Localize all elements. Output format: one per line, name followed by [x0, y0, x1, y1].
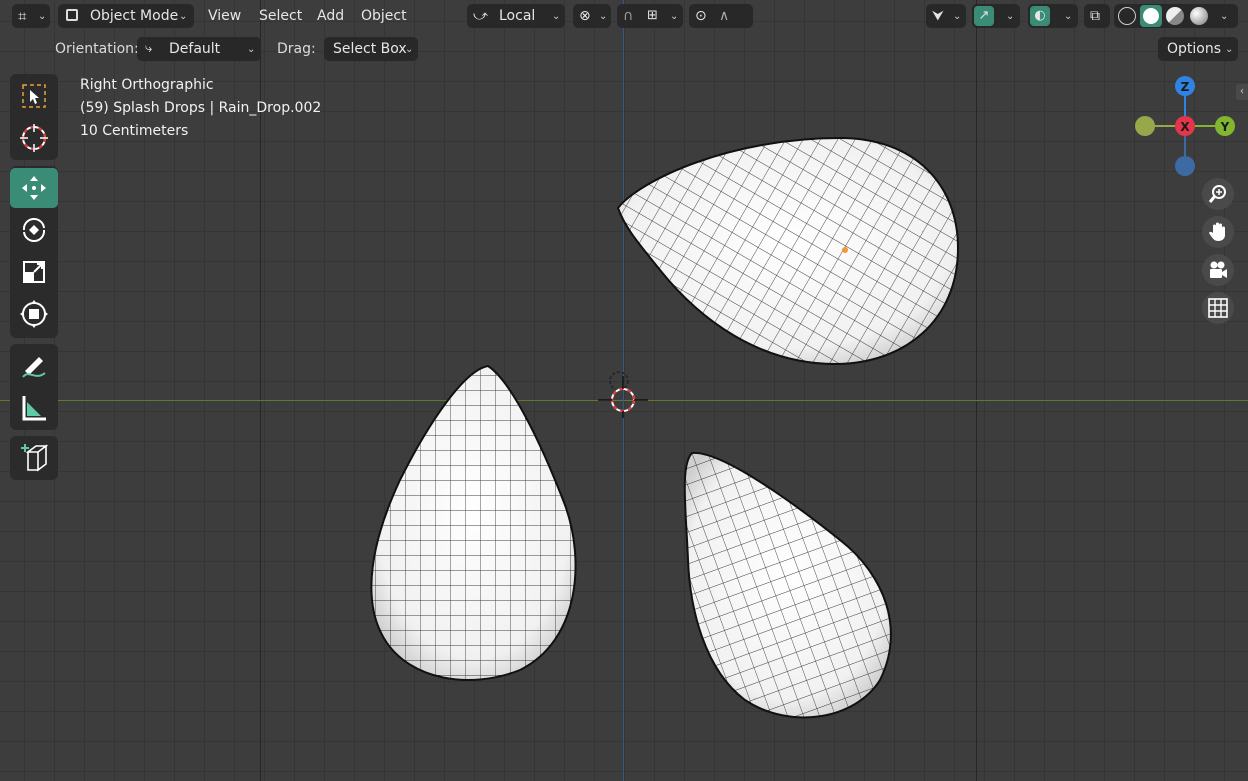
navigation-gizmo[interactable]: Z Y X — [1128, 72, 1244, 182]
rotate-icon — [22, 218, 46, 242]
rendered-shading-icon[interactable] — [1190, 7, 1208, 25]
magnet-icon[interactable]: ∩ — [623, 4, 633, 28]
view-object-types[interactable]: ⮟ ⌄ — [926, 4, 966, 28]
gizmo-toggle[interactable]: ↗ ⌄ — [972, 4, 1020, 28]
transform-space-select[interactable]: ⤻ Local ⌄ — [467, 4, 565, 28]
orientation-label: Orientation: — [55, 41, 139, 57]
toolbar-group-transform — [10, 166, 58, 338]
select-box-tool[interactable] — [10, 76, 58, 116]
proportional-edit-group[interactable]: ⊙ ∧ — [689, 4, 753, 28]
grid-scale: 10 Centimeters — [80, 123, 189, 139]
transform-tool[interactable] — [10, 294, 58, 334]
menu-add[interactable]: Add — [317, 4, 344, 28]
solid-shading-icon[interactable] — [1140, 5, 1162, 27]
x-axis-label: X — [1180, 120, 1190, 134]
scale-tool[interactable] — [10, 252, 58, 292]
snap-increment-icon: ⊞ — [647, 8, 658, 23]
transform-space-label: Local — [499, 8, 536, 24]
rotate-tool[interactable] — [10, 210, 58, 250]
toolbar-group-add — [10, 436, 58, 480]
snap-group[interactable]: ∩ ⊞ ⌄ — [617, 4, 683, 28]
cursor-icon — [20, 124, 48, 152]
mode-select[interactable]: Object Mode ⌄ — [58, 4, 194, 28]
rain-drop-right[interactable] — [683, 451, 892, 719]
overlays-icon: ◐ — [1030, 6, 1050, 26]
menu-object[interactable]: Object — [361, 4, 407, 28]
hand-icon — [1209, 222, 1225, 241]
object-mode-icon — [66, 9, 78, 21]
transform-icon — [20, 300, 48, 328]
cursor-tool[interactable] — [10, 118, 58, 158]
options-label: Options — [1167, 41, 1222, 57]
gizmo-icon: ↗ — [974, 6, 994, 26]
rain-drop-left[interactable] — [370, 364, 577, 681]
neg-z-axis-icon[interactable] — [1175, 156, 1195, 176]
orientation-value: Default — [169, 41, 221, 57]
neg-y-axis-icon[interactable] — [1135, 116, 1155, 136]
drag-label: Drag: — [277, 41, 316, 57]
wireframe-shading-icon[interactable] — [1118, 7, 1136, 25]
tool-settings-bar: Orientation: ⤷ Default ⌄ Drag: Select Bo… — [0, 34, 1248, 64]
shading-modes[interactable]: ⌄ — [1114, 4, 1238, 28]
zoom-icon — [1208, 185, 1226, 203]
material-preview-icon[interactable] — [1166, 7, 1184, 25]
orientation-select[interactable]: ⤷ Default ⌄ — [137, 37, 261, 61]
measure-icon — [22, 396, 46, 421]
z-axis-label: Z — [1181, 80, 1190, 94]
rain-drop-selected[interactable] — [616, 136, 960, 366]
zoom-button[interactable] — [1202, 178, 1234, 210]
pivot-icon: ⊗ — [579, 8, 591, 24]
grid-icon: ⌗ — [18, 7, 27, 25]
pivot-point-select[interactable]: ⊗ ⌄ — [573, 4, 611, 28]
perspective-toggle-button[interactable] — [1202, 292, 1234, 324]
camera-icon — [1210, 261, 1227, 278]
proportional-edit-icon[interactable]: ⊙ — [695, 4, 707, 28]
scale-icon — [23, 261, 45, 283]
xray-toggle[interactable]: ⧉ — [1084, 4, 1110, 28]
xray-icon: ⧉ — [1090, 8, 1100, 24]
view-name: Right Orthographic — [80, 77, 214, 93]
menu-view[interactable]: View — [208, 4, 241, 28]
mode-label: Object Mode — [90, 8, 179, 24]
visibility-icon: ⮟ — [932, 8, 944, 24]
drag-value: Select Box — [333, 41, 407, 57]
annotate-icon — [22, 357, 46, 378]
move-icon — [22, 176, 46, 200]
add-cube-tool[interactable] — [10, 438, 58, 478]
falloff-icon: ∧ — [719, 8, 730, 24]
toolbar-group-select — [10, 74, 58, 160]
object-info: (59) Splash Drops | Rain_Drop.002 — [80, 100, 322, 116]
toolbar-group-annotate — [10, 344, 58, 430]
annotate-tool[interactable] — [10, 346, 58, 386]
move-tool[interactable] — [10, 168, 58, 208]
add-cube-icon — [21, 444, 49, 472]
transform-orientation-icon: ⤻ — [473, 8, 488, 24]
orientation-icon: ⤷ — [145, 41, 153, 56]
y-axis-label: Y — [1220, 120, 1230, 134]
overlays-toggle[interactable]: ◐ ⌄ — [1028, 4, 1078, 28]
camera-view-button[interactable] — [1202, 254, 1234, 286]
viewport-header: ⌗ ⌄ Object Mode ⌄ View Select Add Object… — [0, 0, 1248, 32]
menu-select[interactable]: Select — [259, 4, 302, 28]
measure-tool[interactable] — [10, 388, 58, 428]
editor-type-button[interactable]: ⌗ ⌄ — [12, 4, 50, 28]
options-button[interactable]: Options ⌄ — [1158, 37, 1238, 61]
grid-view-icon — [1208, 298, 1228, 318]
select-box-icon — [22, 84, 46, 108]
drag-select[interactable]: Select Box ⌄ — [324, 37, 418, 61]
pan-button[interactable] — [1202, 216, 1234, 248]
